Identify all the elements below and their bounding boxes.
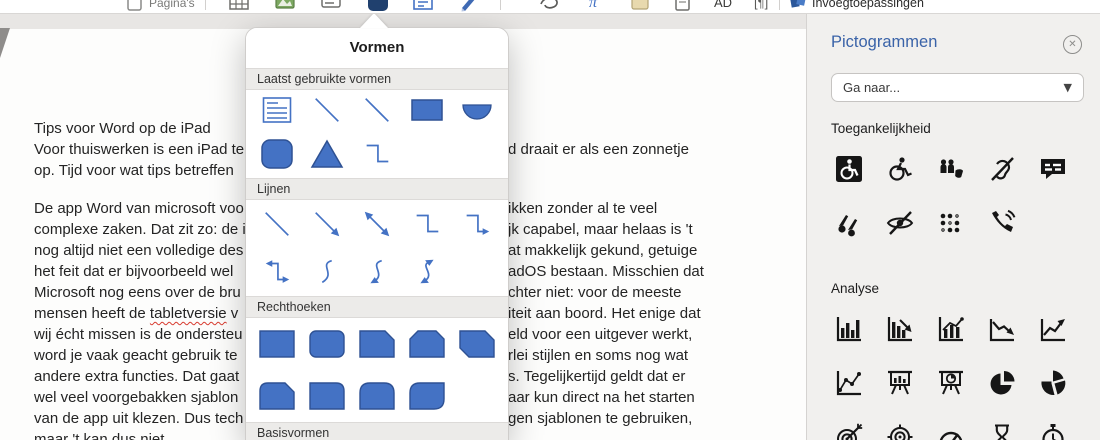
icon-section-label: Toegankelijkheid [831,121,931,136]
bar-chart-icon[interactable] [835,315,863,343]
pages-icon[interactable]: Pagina's [126,0,195,12]
dropdown-value: Ga naar... [843,80,901,95]
line-shape[interactable] [306,94,348,126]
pages-label: Pagina's [149,0,195,10]
rounded-rectangle-shape[interactable] [306,329,348,359]
table-icon[interactable] [228,0,250,12]
curved-connector-shape[interactable] [306,256,348,288]
pen-icon[interactable] [458,0,480,12]
triangle-filled-shape[interactable] [306,138,348,170]
stopwatch-icon[interactable] [1039,423,1067,440]
keyboard-icon[interactable] [320,0,342,12]
shape-section-label: Rechthoeken [246,296,508,318]
shape-section-label: Laatst gebruikte vormen [246,68,508,90]
elbow-connector-shape[interactable] [406,208,448,240]
elbow-connector-double-arrow-shape[interactable] [256,256,298,288]
curved-connector-arrow-shape[interactable] [356,256,398,288]
elbow-connector-arrow-shape[interactable] [456,208,498,240]
round-same-side-corner-rectangle-shape[interactable] [356,381,398,411]
snip-and-round-single-corner-rectangle-shape[interactable] [256,381,298,411]
sign-language-icon[interactable] [835,209,863,237]
pane-title: Pictogrammen [831,33,938,51]
top-toolbar: Pagina's π AD [¶] Invoegtoepassingen [0,0,1100,14]
line-shape[interactable] [256,208,298,240]
rectangle-shape[interactable] [256,329,298,359]
presentation-pie-chart-icon[interactable] [937,369,965,397]
curved-connector-double-arrow-shape[interactable] [406,256,448,288]
add-ins-icon[interactable]: Invoegtoepassingen [790,0,924,12]
icon-grid [835,155,1090,263]
pictures-icon[interactable] [274,0,296,12]
toolbar-separator [779,0,780,10]
icon-section-label: Analyse [831,281,880,296]
goto-dropdown[interactable]: Ga naar... ▼ [831,73,1084,102]
people-assistance-icon[interactable] [937,155,965,183]
round-single-corner-rectangle-shape[interactable] [306,381,348,411]
chord-shape[interactable] [456,95,498,125]
rounded-rectangle-filled-shape[interactable] [256,138,298,170]
line-arrow-shape[interactable] [306,208,348,240]
scatter-trend-icon[interactable] [835,369,863,397]
elbow-connector-shape[interactable] [356,138,398,170]
lasso-icon[interactable] [538,0,560,12]
page-icon[interactable] [673,0,693,12]
toolbar-separator [205,0,206,10]
gauge-icon[interactable] [937,423,965,440]
snip-same-side-corner-rectangle-shape[interactable] [406,329,448,359]
hearing-impaired-icon[interactable] [988,155,1016,183]
notebook-icon[interactable] [629,0,651,12]
text-box-icon[interactable] [412,0,434,12]
accessibility-badge-icon[interactable] [835,155,863,183]
round-diagonal-corner-rectangle-shape[interactable] [406,381,448,411]
target-with-dart-icon[interactable] [835,423,863,440]
snip-diagonal-corner-rectangle-shape[interactable] [456,329,498,359]
shapes-icon[interactable] [366,0,390,12]
hourglass-icon[interactable] [988,423,1016,440]
bar-chart-declining-icon[interactable] [886,315,914,343]
page-corner-shadow [0,28,10,58]
line-double-arrow-shape[interactable] [356,208,398,240]
svg-text:π: π [589,0,598,11]
svg-text:[¶]: [¶] [754,0,768,10]
brackets-icon[interactable]: [¶] [753,0,779,12]
pie-chart-segments-icon[interactable] [1039,369,1067,397]
shapes-popup: Vormen Laatst gebruikte vormen Lijnen Rech… [245,27,509,440]
wheelchair-person-icon[interactable] [886,155,914,183]
popup-title: Vormen [246,28,508,68]
pie-chart-icon[interactable] [988,369,1016,397]
shape-section-label: Lijnen [246,178,508,200]
svg-text:AD: AD [714,0,732,10]
presentation-bar-chart-icon[interactable] [886,369,914,397]
line-chart-declining-icon[interactable] [988,315,1016,343]
vision-impaired-icon[interactable] [886,209,914,237]
equation-icon[interactable]: π [585,0,607,12]
bar-chart-trend-icon[interactable] [937,315,965,343]
line-chart-rising-icon[interactable] [1039,315,1067,343]
snip-single-corner-rectangle-shape[interactable] [356,329,398,359]
misspelled-word: tabletversie [149,305,227,322]
shape-section-label: Basisvormen [246,422,508,440]
popup-caret [360,13,388,28]
toolbar-separator [500,0,501,10]
add-ins-label: Invoegtoepassingen [812,0,924,10]
icon-grid [835,315,1090,440]
closed-caption-icon[interactable] [1039,155,1067,183]
target-crosshair-icon[interactable] [886,423,914,440]
rectangle-filled-shape[interactable] [406,95,448,125]
text-box-shape[interactable] [256,96,298,124]
close-icon[interactable]: ✕ [1063,35,1082,54]
wordart-icon[interactable]: AD [713,0,737,12]
line-shape[interactable] [356,94,398,126]
icons-pane: Pictogrammen ✕ Ga naar... ▼ Toegankelijk… [806,13,1100,440]
braille-icon[interactable] [937,209,965,237]
chevron-down-icon: ▼ [1063,81,1072,94]
phone-volume-icon[interactable] [988,209,1016,237]
